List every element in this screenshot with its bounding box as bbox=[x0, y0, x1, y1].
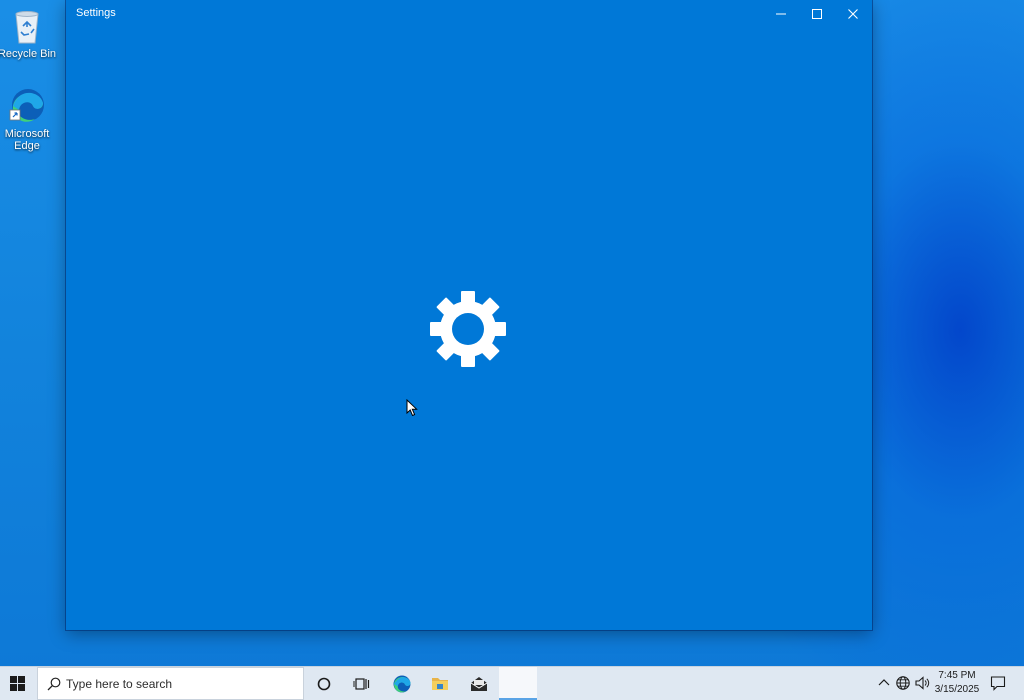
file-explorer-icon bbox=[432, 678, 448, 690]
settings-window[interactable]: Settings bbox=[66, 0, 872, 630]
start-button[interactable] bbox=[0, 667, 36, 700]
window-title: Settings bbox=[76, 7, 116, 19]
desktop-icon-label: Recycle Bin bbox=[0, 48, 57, 60]
task-view-button[interactable] bbox=[343, 667, 381, 700]
desktop-icon-label: Microsoft Edge bbox=[4, 128, 50, 152]
windows-logo-icon bbox=[10, 676, 25, 691]
maximize-icon bbox=[812, 9, 822, 19]
close-button[interactable] bbox=[835, 0, 871, 28]
volume-icon bbox=[915, 676, 930, 690]
show-hidden-icons-button[interactable] bbox=[876, 675, 892, 691]
taskbar-settings-button[interactable] bbox=[499, 667, 537, 700]
volume-button[interactable] bbox=[914, 675, 930, 691]
desktop-icon-microsoft-edge[interactable]: Microsoft Edge bbox=[0, 86, 57, 152]
edge-icon bbox=[393, 675, 411, 693]
cortana-icon bbox=[317, 677, 331, 691]
taskbar-search-box[interactable] bbox=[37, 667, 304, 700]
network-globe-icon bbox=[896, 676, 910, 690]
desktop: Recycle Bin Microsoft Edge Settings Type… bbox=[0, 0, 1024, 700]
window-titlebar[interactable]: Settings bbox=[66, 0, 872, 28]
mouse-cursor-icon bbox=[406, 399, 418, 417]
task-view-icon bbox=[353, 678, 370, 690]
taskbar-clock[interactable]: 7:45 PM 3/15/2025 bbox=[930, 669, 984, 697]
cortana-button[interactable] bbox=[305, 667, 343, 700]
minimize-button[interactable] bbox=[763, 0, 799, 28]
edge-icon bbox=[7, 86, 47, 126]
taskbar-file-explorer-button[interactable] bbox=[421, 667, 459, 700]
chevron-up-icon bbox=[878, 679, 890, 686]
network-button[interactable] bbox=[895, 675, 911, 691]
maximize-button[interactable] bbox=[799, 0, 835, 28]
recycle-bin-icon bbox=[7, 6, 47, 46]
close-icon bbox=[848, 9, 858, 19]
action-center-button[interactable] bbox=[986, 667, 1010, 700]
taskbar-edge-button[interactable] bbox=[383, 667, 421, 700]
minimize-icon bbox=[776, 13, 786, 15]
search-input[interactable] bbox=[66, 674, 296, 694]
taskbar: 7:45 PM 3/15/2025 bbox=[0, 666, 1024, 700]
desktop-icon-recycle-bin[interactable]: Recycle Bin bbox=[0, 6, 57, 60]
mail-icon bbox=[470, 677, 488, 691]
gear-icon bbox=[430, 291, 506, 367]
search-icon bbox=[47, 677, 61, 691]
clock-date: 3/15/2025 bbox=[934, 684, 980, 695]
taskbar-mail-button[interactable] bbox=[460, 667, 498, 700]
clock-time: 7:45 PM bbox=[938, 670, 976, 681]
notification-icon bbox=[990, 676, 1006, 691]
